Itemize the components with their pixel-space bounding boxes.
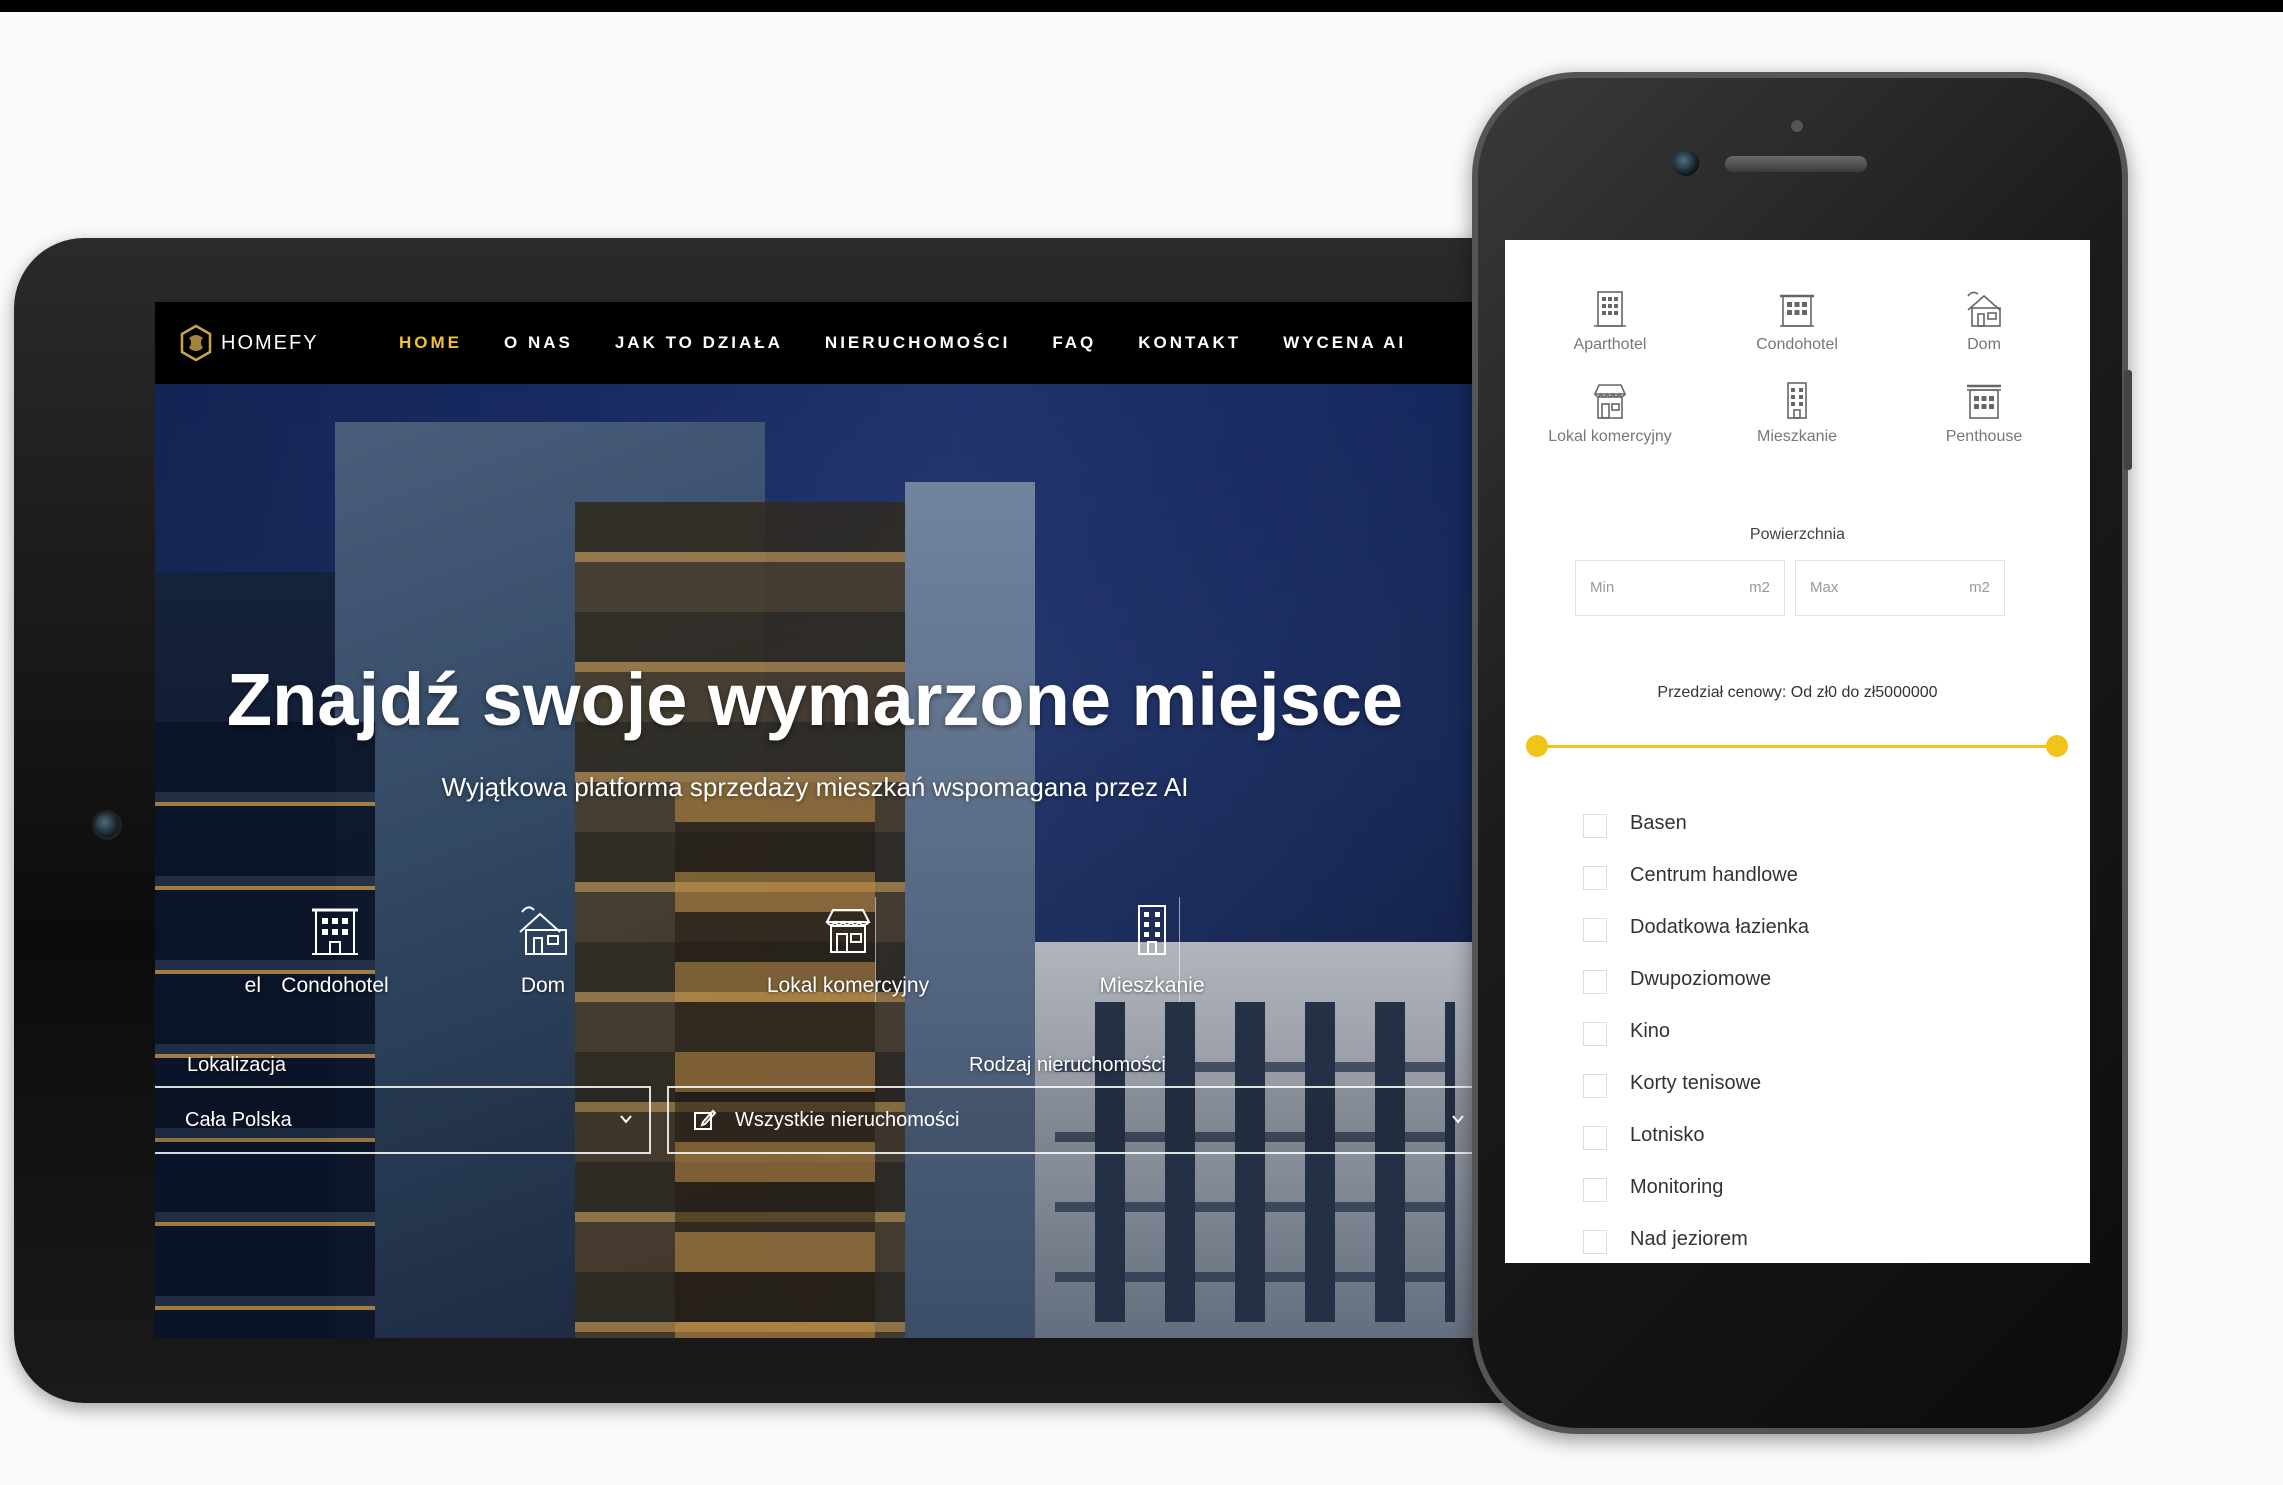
amenity-checkbox[interactable] [1583, 1126, 1607, 1150]
building-icon [312, 908, 358, 955]
nav-nieruchomosci[interactable]: NIERUCHOMOŚCI [825, 333, 1010, 353]
category-label: Dom [520, 974, 566, 997]
storefront-icon [825, 909, 871, 953]
amenity-checkbox[interactable] [1583, 1178, 1607, 1202]
house-icon [519, 906, 567, 955]
chevron-down-icon [620, 1115, 632, 1124]
phone-speaker [1725, 156, 1867, 172]
phone-screen: Aparthotel Condohotel Dom Lokal komercyj… [1505, 240, 2090, 1263]
hero-title: Znajdź swoje wymarzone miejsce [226, 658, 1404, 741]
nav-jak-to-dziala[interactable]: JAK TO DZIAŁA [615, 333, 783, 353]
nav-o-nas[interactable]: O NAS [504, 333, 573, 353]
storefront-icon [1593, 384, 1627, 419]
brand-logo[interactable]: HOMEFY [179, 324, 389, 362]
area-min-input[interactable]: Min m2 [1575, 560, 1785, 616]
category-label: Dom [1967, 336, 2001, 353]
amenity-checkbox[interactable] [1583, 918, 1607, 942]
tablet-camera [92, 810, 122, 840]
nav-faq[interactable]: FAQ [1052, 333, 1096, 353]
edit-icon [694, 1109, 717, 1130]
amenity-label: Dwupoziomowe [1630, 968, 1772, 990]
amenity-checkbox[interactable] [1583, 1230, 1607, 1254]
category-label: Aparthotel [1573, 336, 1647, 353]
amenity-label: Korty tenisowe [1630, 1072, 1762, 1094]
amenity-label: Kino [1630, 1020, 1671, 1042]
amenity-label: Basen [1630, 812, 1687, 834]
area-max-placeholder: Max [1810, 579, 1839, 596]
building-icon [1594, 291, 1626, 327]
amenity-label: Centrum handlowe [1630, 864, 1798, 886]
phone-category-dom[interactable]: Dom [1899, 288, 2069, 354]
amenity-label: Monitoring [1630, 1176, 1724, 1198]
area-min-placeholder: Min [1590, 579, 1615, 596]
category-label: Lokal komercyjny [766, 974, 930, 997]
phone-sensor [1791, 120, 1803, 132]
amenity-label: Nad jeziorem [1630, 1228, 1748, 1250]
hero-subtitle: Wyjątkowa platforma sprzedaży mieszkań w… [441, 772, 1189, 802]
area-max-input[interactable]: Max m2 [1795, 560, 2005, 616]
hero-overlay [155, 302, 1475, 1338]
area-max-unit: m2 [1969, 579, 1990, 596]
property-type-select[interactable]: Wszystkie nieruchomości [667, 1086, 1475, 1154]
tablet-screen: HOMEFY HOME O NAS JAK TO DZIAŁA NIERUCHO… [155, 302, 1475, 1338]
category-label: Condohotel [1756, 336, 1838, 353]
price-range-label: Przedział cenowy: Od zł0 do zł5000000 [1657, 684, 1938, 701]
category-label: Lokal komercyjny [1548, 428, 1672, 445]
price-slider-max-handle[interactable] [2046, 735, 2068, 757]
amenity-checkbox[interactable] [1583, 1022, 1607, 1046]
nav-menu: HOME O NAS JAK TO DZIAŁA NIERUCHOMOŚCI F… [399, 333, 1448, 353]
phone-category-condohotel[interactable]: Condohotel [1712, 288, 1882, 354]
location-value: Cała Polska [185, 1108, 292, 1131]
location-select[interactable]: Cała Polska [155, 1086, 651, 1154]
phone-category-penthouse[interactable]: Penthouse [1899, 380, 2069, 446]
nav-home[interactable]: HOME [399, 333, 462, 353]
amenity-checkbox[interactable] [1583, 814, 1607, 838]
category-label: Mieszkanie [1756, 428, 1838, 445]
apartment-icon [1138, 905, 1166, 955]
chevron-down-icon [1452, 1115, 1464, 1124]
area-title: Powierzchnia [1749, 526, 1846, 543]
house-icon [1967, 291, 2001, 327]
category-condohotel[interactable]: Condohotel [225, 902, 445, 998]
amenity-checkbox[interactable] [1583, 970, 1607, 994]
phone-side-button [2124, 370, 2132, 470]
location-label: Lokalizacja [187, 1054, 286, 1076]
category-dom[interactable]: Dom [433, 902, 653, 998]
amenity-label: Lotnisko [1630, 1124, 1705, 1146]
top-black-bar [0, 0, 2283, 12]
category-label: Condohotel [281, 974, 389, 997]
area-min-unit: m2 [1749, 579, 1770, 596]
building-icon [1967, 384, 2001, 419]
phone-category-mieszkanie[interactable]: Mieszkanie [1712, 380, 1882, 446]
apartment-icon [1787, 382, 1807, 419]
brand-name: HOMEFY [221, 331, 319, 354]
phone-camera [1673, 150, 1699, 176]
category-label: Penthouse [1945, 428, 2023, 445]
top-nav: HOMEFY HOME O NAS JAK TO DZIAŁA NIERUCHO… [155, 302, 1475, 384]
phone-category-lokal-komercyjny[interactable]: Lokal komercyjny [1525, 380, 1695, 446]
category-mieszkanie[interactable]: Mieszkanie [1042, 902, 1262, 998]
amenity-label: Dodatkowa łazienka [1630, 916, 1809, 938]
nav-wycena-ai[interactable]: WYCENA AI [1283, 333, 1406, 353]
building-icon [1780, 294, 1814, 327]
category-label: Mieszkanie [1099, 974, 1205, 997]
property-type-label: Rodzaj nieruchomości [969, 1054, 1166, 1076]
category-lokal-komercyjny[interactable]: Lokal komercyjny [738, 902, 958, 998]
nav-kontakt[interactable]: KONTAKT [1138, 333, 1241, 353]
amenity-checkbox[interactable] [1583, 1074, 1607, 1098]
price-slider-min-handle[interactable] [1526, 735, 1548, 757]
amenity-checkbox[interactable] [1583, 866, 1607, 890]
price-slider-track[interactable] [1537, 745, 2057, 748]
logo-icon [180, 324, 212, 362]
property-type-value: Wszystkie nieruchomości [735, 1108, 960, 1131]
phone-category-aparthotel[interactable]: Aparthotel [1525, 288, 1695, 354]
